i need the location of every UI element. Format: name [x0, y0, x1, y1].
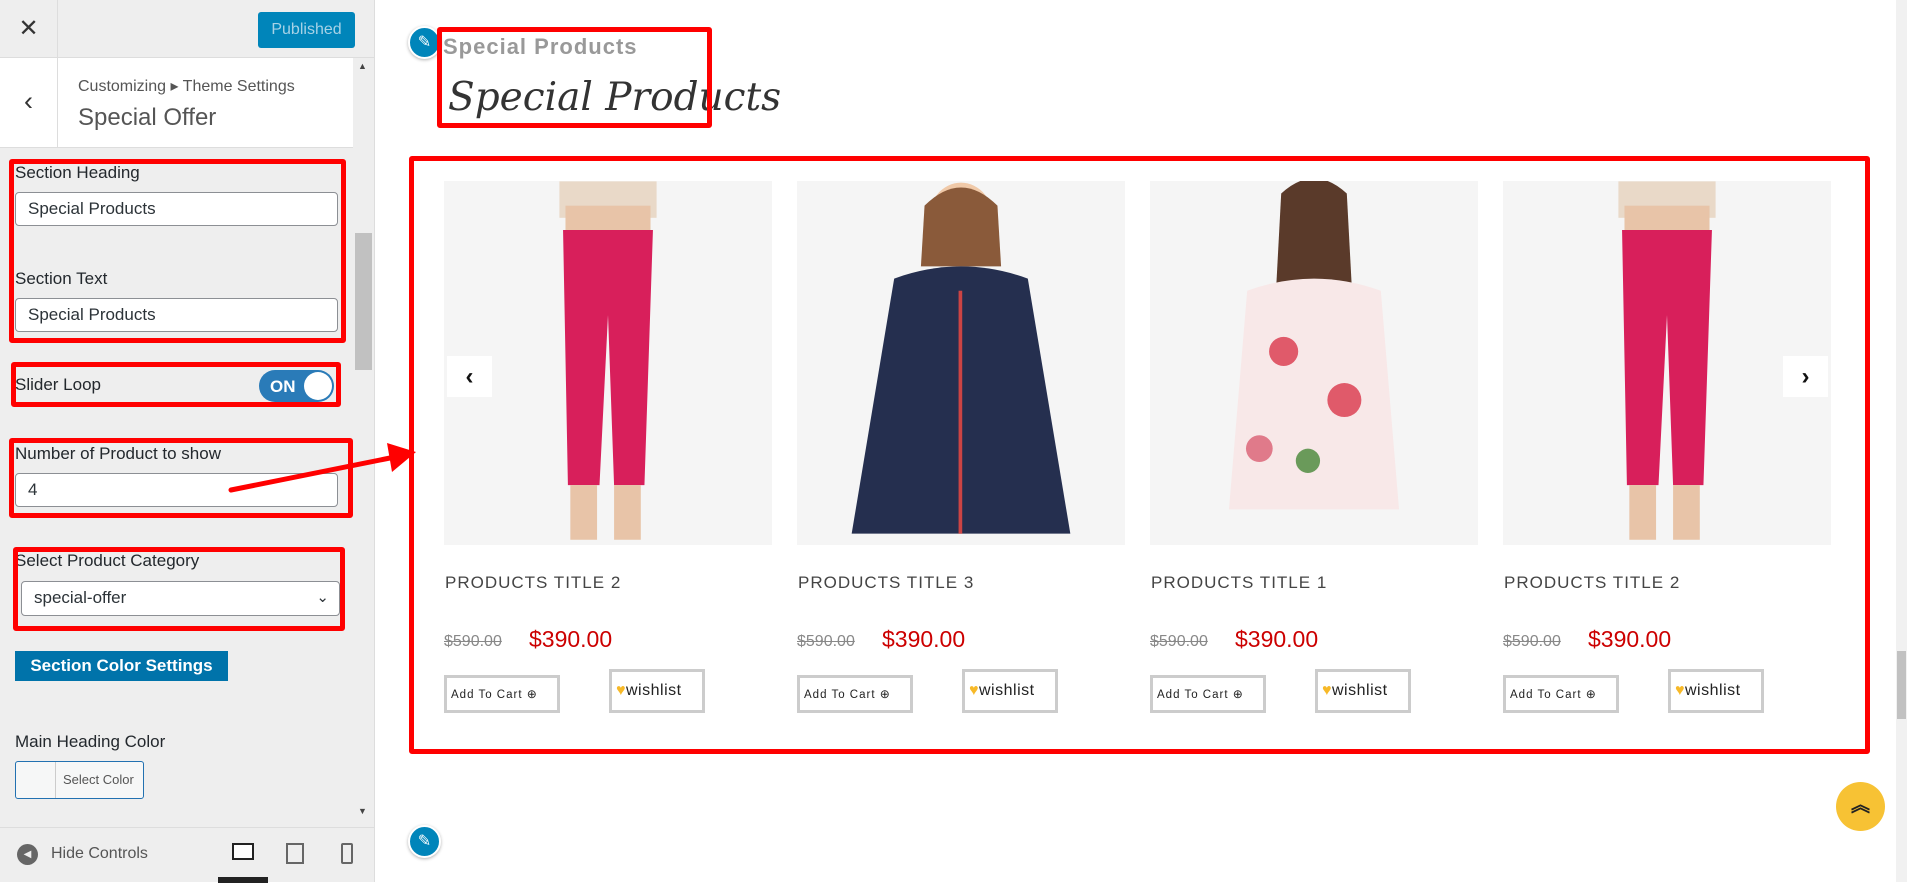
customizer-sidebar: ✕ Published ‹ Customizing ▸ Theme Settin…: [0, 0, 375, 883]
main-heading-color-label: Main Heading Color: [15, 732, 166, 751]
mobile-preview-icon[interactable]: [341, 843, 353, 864]
highlight-box: [9, 438, 353, 518]
customizer-header: ✕ Published: [0, 0, 375, 58]
active-device-indicator: [218, 877, 268, 883]
highlight-box: [409, 156, 1870, 754]
highlight-box: [9, 159, 346, 343]
scrollbar-thumb[interactable]: [355, 233, 372, 370]
edit-pencil-icon[interactable]: ✎: [408, 825, 441, 858]
breadcrumb: Customizing ▸ Theme Settings: [78, 78, 295, 95]
close-icon[interactable]: ✕: [0, 0, 58, 58]
color-swatch: [16, 762, 56, 798]
scroll-down-icon[interactable]: ▼: [358, 806, 367, 816]
desktop-preview-icon[interactable]: [232, 843, 254, 860]
back-to-top-button[interactable]: ︽: [1836, 782, 1885, 831]
tablet-preview-icon[interactable]: [286, 843, 304, 864]
highlight-box: [11, 362, 341, 407]
publish-button[interactable]: Published: [258, 12, 355, 48]
back-chevron-icon[interactable]: ‹: [0, 58, 58, 147]
section-color-settings-button[interactable]: Section Color Settings: [15, 651, 228, 681]
scroll-up-icon[interactable]: ▲: [358, 61, 367, 71]
customizer-screen: ✕ Published ‹ Customizing ▸ Theme Settin…: [0, 0, 1907, 883]
preview-scrollbar[interactable]: [1896, 0, 1907, 882]
sidebar-scrollbar[interactable]: ▲ ▼: [353, 58, 374, 824]
select-color-label: Select Color: [63, 772, 134, 787]
preview-frame: ✎ Special Products Special Products PROD…: [376, 0, 1907, 882]
panel-header: ‹ Customizing ▸ Theme Settings Special O…: [0, 58, 353, 148]
highlight-box: [437, 27, 712, 128]
panel-title: Special Offer: [78, 104, 217, 131]
highlight-box: [13, 547, 345, 631]
scrollbar-thumb[interactable]: [1897, 651, 1906, 719]
hide-controls-button[interactable]: Hide Controls: [51, 845, 148, 863]
hide-controls-icon[interactable]: ◀: [17, 844, 38, 865]
footer-controls: ◀ Hide Controls: [0, 827, 374, 883]
select-color-button[interactable]: Select Color: [15, 761, 144, 799]
